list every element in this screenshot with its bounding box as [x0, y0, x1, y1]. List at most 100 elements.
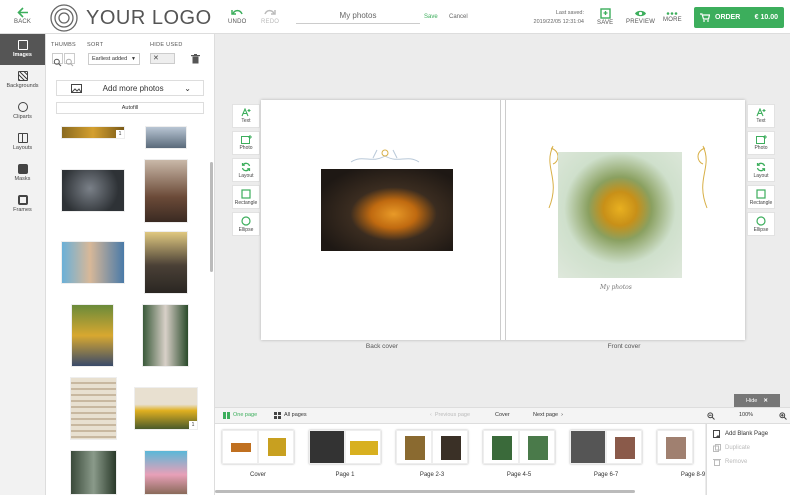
masks-icon — [17, 164, 28, 174]
redo-button[interactable]: REDO — [261, 8, 279, 25]
zoom-in-thumbs-button[interactable] — [64, 53, 75, 67]
layout-tool[interactable]: Layout — [232, 158, 260, 182]
sort-select[interactable]: Earliest added ▼ — [88, 53, 140, 65]
sunflower-photo[interactable] — [558, 152, 682, 278]
magnifier-icon — [53, 58, 62, 67]
more-button[interactable]: MORE — [663, 11, 682, 23]
spine — [500, 100, 506, 340]
add-photo-tool[interactable]: Photo — [232, 131, 260, 155]
rectangle-tool[interactable]: Rectangle — [747, 185, 775, 209]
page-right — [606, 430, 642, 464]
photo-thumb[interactable]: 1 — [134, 387, 198, 430]
zoom-out-icon — [707, 411, 715, 420]
add-photo-tool[interactable]: Photo — [747, 131, 775, 155]
zoom-value: 100% — [739, 412, 754, 418]
photo-thumb[interactable] — [61, 241, 125, 284]
nav-item-masks[interactable]: Masks — [0, 158, 45, 189]
eye-icon — [635, 10, 647, 17]
rectangle-icon — [756, 188, 766, 199]
hide-used-label: HIDE USED — [150, 42, 183, 48]
photo-thumb[interactable] — [145, 126, 187, 149]
tool-label: Photo — [239, 145, 253, 151]
photo-thumb[interactable] — [144, 159, 188, 223]
remove-item[interactable]: Remove — [707, 455, 790, 469]
page-thumb-cover[interactable] — [222, 430, 294, 464]
tool-label: Text — [241, 118, 251, 124]
strip-scrollbar[interactable] — [215, 490, 635, 493]
page-thumb-1[interactable] — [309, 430, 381, 464]
trash-icon — [713, 459, 721, 466]
page-left — [570, 430, 606, 464]
nav-item-frames[interactable]: Frames — [0, 189, 45, 220]
page-thumb-4-5[interactable] — [483, 430, 555, 464]
all-pages-label: All pages — [284, 412, 307, 418]
page-left — [222, 430, 258, 464]
hide-used-toggle[interactable]: ✕ — [150, 53, 175, 64]
preview-button[interactable]: PREVIEW — [626, 9, 655, 25]
photo-thumb[interactable]: 1 — [61, 126, 125, 139]
nav-item-cliparts[interactable]: Cliparts — [0, 96, 45, 127]
page-thumb-2-3[interactable] — [396, 430, 468, 464]
preview-label: PREVIEW — [626, 19, 656, 25]
photo-thumb[interactable] — [144, 450, 188, 495]
next-page-button[interactable]: Next page › — [533, 408, 563, 423]
tool-label: Photo — [754, 145, 768, 151]
nav-item-backgrounds[interactable]: Backgrounds — [0, 65, 45, 96]
photo-icon — [71, 83, 82, 93]
save-icon — [599, 8, 611, 19]
layout-tool[interactable]: Layout — [747, 158, 775, 182]
add-text-tool[interactable]: Text — [232, 104, 260, 128]
photo-thumb[interactable] — [144, 231, 188, 294]
cover-caption[interactable]: My photos — [600, 284, 632, 291]
photo-thumb[interactable] — [70, 377, 117, 440]
order-button[interactable]: ORDER € 10.00 — [694, 7, 784, 28]
nav-item-layouts[interactable]: Layouts — [0, 127, 45, 158]
page-left — [657, 430, 693, 464]
undo-label: UNDO — [228, 19, 247, 25]
previous-page-button[interactable]: ‹ Previous page — [430, 408, 470, 423]
add-blank-page-item[interactable]: Add Blank Page — [707, 427, 790, 441]
sort-label: SORT — [87, 42, 104, 48]
undo-button[interactable]: UNDO — [228, 8, 246, 25]
add-more-photos-button[interactable]: Add more photos ⌄ — [56, 80, 204, 96]
zoom-out-thumbs-button[interactable] — [52, 53, 63, 67]
all-pages-button[interactable]: All pages — [274, 408, 307, 423]
zoom-in-button[interactable] — [779, 408, 787, 423]
rectangle-tool[interactable]: Rectangle — [232, 185, 260, 209]
cart-icon — [700, 13, 710, 22]
ellipse-tool[interactable]: Ellipse — [747, 212, 775, 236]
order-label: ORDER — [715, 14, 741, 21]
magnifier-plus-icon — [65, 58, 74, 67]
text-icon — [240, 108, 250, 117]
one-page-button[interactable]: One page — [223, 408, 257, 423]
nav-label: Cliparts — [13, 114, 32, 120]
page-thumb-8-9[interactable] — [657, 430, 693, 464]
page-thumb-6-7[interactable] — [570, 430, 642, 464]
nav-item-images[interactable]: Images — [0, 34, 45, 65]
pumpkin-photo[interactable] — [321, 169, 453, 251]
autofill-button[interactable]: Autofill — [56, 102, 204, 114]
photo-thumb[interactable] — [61, 169, 125, 212]
nav-label: Images — [13, 52, 32, 58]
project-title-field[interactable]: My photos — [296, 8, 420, 24]
images-panel: THUMBS SORT HIDE USED Earliest added ▼ ✕… — [46, 34, 215, 495]
photo-thumb[interactable] — [71, 304, 114, 367]
duplicate-item[interactable]: Duplicate — [707, 441, 790, 455]
page-left — [396, 430, 432, 464]
top-bar: BACK YOUR LOGO UNDO REDO My photos Save … — [0, 0, 790, 34]
trash-icon[interactable] — [191, 54, 200, 64]
title-cancel-link[interactable]: Cancel — [449, 14, 468, 20]
used-count-badge: 1 — [116, 130, 124, 138]
chevron-down-icon: ⌄ — [184, 83, 191, 93]
photo-thumb[interactable] — [70, 450, 117, 495]
last-saved-label: Last saved: — [555, 10, 584, 16]
zoom-out-button[interactable] — [707, 408, 715, 423]
save-button[interactable]: SAVE — [597, 8, 613, 26]
ellipse-tool[interactable]: Ellipse — [232, 212, 260, 236]
title-save-link[interactable]: Save — [424, 14, 438, 20]
add-text-tool[interactable]: Text — [747, 104, 775, 128]
photo-thumb[interactable] — [142, 304, 189, 367]
panel-scrollbar[interactable] — [210, 162, 213, 272]
hide-pages-button[interactable]: Hide ✕ — [734, 394, 780, 407]
back-button[interactable]: BACK — [14, 7, 31, 25]
